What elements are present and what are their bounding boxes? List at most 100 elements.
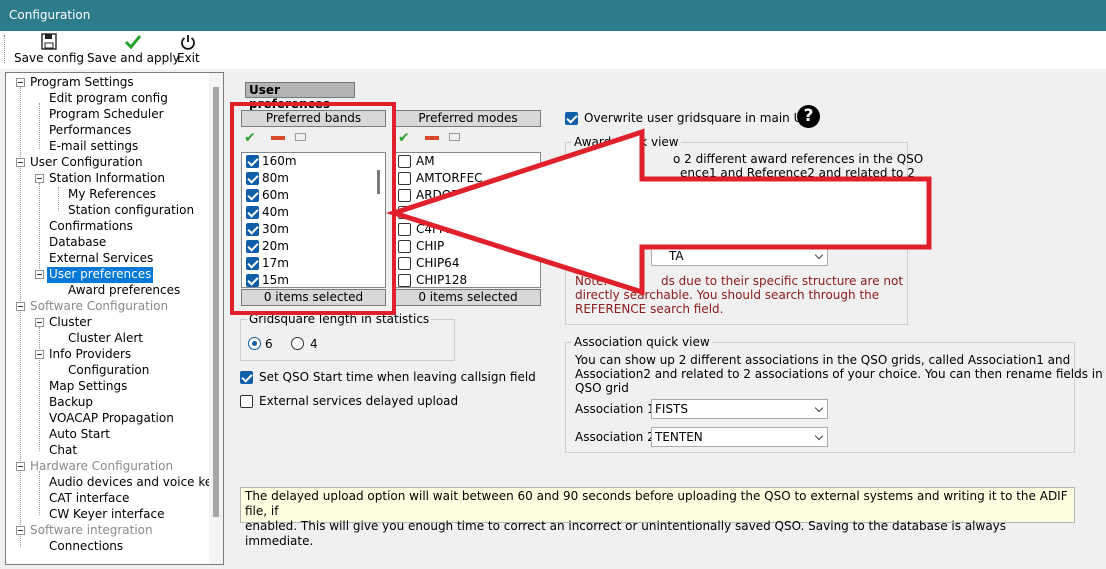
set-qso-start-checkbox[interactable] [240, 371, 253, 384]
tree-item-chat[interactable]: Chat [47, 443, 79, 459]
toolbar: Save config Save and apply Exit [0, 31, 1106, 69]
mode-checkbox[interactable] [398, 155, 411, 168]
help-icon[interactable]: ? [797, 105, 820, 128]
tree-item-database[interactable]: Database [47, 235, 108, 251]
tree-item-connections[interactable]: Connections [47, 539, 125, 555]
list-item[interactable]: 80m [244, 170, 289, 187]
band-checkbox[interactable] [246, 189, 259, 202]
list-item[interactable]: 40m [244, 204, 289, 221]
tree-item-performances[interactable]: Performances [47, 123, 133, 139]
bands-scrollbar[interactable] [374, 154, 384, 286]
list-item[interactable]: AMTORFEC [398, 170, 483, 187]
band-checkbox[interactable] [246, 257, 259, 270]
list-item[interactable]: 15m [244, 272, 289, 289]
tree-item-map-settings[interactable]: Map Settings [47, 379, 129, 395]
mode-checkbox[interactable] [398, 172, 411, 185]
list-item[interactable]: 160m [244, 153, 297, 170]
tree-item-software-configuration[interactable]: Software Configuration [28, 299, 170, 315]
tree-item-edit-program-config[interactable]: Edit program config [47, 91, 170, 107]
toolbar-grip[interactable] [4, 35, 7, 63]
grid-4-radio[interactable] [291, 337, 304, 350]
list-item[interactable]: AM [398, 153, 435, 170]
tree-item-award-preferences[interactable]: Award preferences [66, 283, 182, 299]
band-checkbox[interactable] [246, 172, 259, 185]
tree-item-audio-devices[interactable]: Audio devices and voice keye [47, 475, 223, 491]
tree-item-program-scheduler[interactable]: Program Scheduler [47, 107, 166, 123]
association-1-select[interactable]: FISTS [651, 399, 828, 419]
tree-item-cluster[interactable]: Cluster [47, 315, 94, 331]
collapse-icon[interactable] [16, 526, 25, 535]
list-item[interactable]: CHIP [398, 238, 444, 255]
award-reference-select[interactable]: TA [651, 246, 828, 266]
config-tree[interactable]: Program Settings Edit program config Pro… [5, 72, 224, 565]
mode-checkbox[interactable] [398, 189, 411, 202]
window-icon[interactable] [295, 133, 306, 141]
list-item[interactable]: 30m [244, 221, 289, 238]
tree-scrollbar-thumb[interactable] [213, 87, 219, 517]
band-checkbox[interactable] [246, 274, 259, 287]
check-all-icon[interactable]: ✔ [398, 131, 410, 145]
list-item[interactable]: ARDOP [398, 187, 458, 204]
overwrite-grid-checkbox[interactable] [565, 112, 578, 125]
collapse-icon[interactable] [35, 350, 44, 359]
tree-item-email-settings[interactable]: E-mail settings [47, 139, 140, 155]
modes-list[interactable]: AM AMTORFEC ARDOP C4FM CHIP CHIP64 CHIP1… [395, 152, 541, 288]
delayed-upload-label: External services delayed upload [259, 394, 459, 408]
exit-button[interactable]: Exit [177, 33, 200, 65]
tree-item-hardware-configuration[interactable]: Hardware Configuration [28, 459, 175, 475]
collapse-icon[interactable] [16, 158, 25, 167]
bands-list[interactable]: 160m 80m 60m 40m 30m 20m 17m 15m [241, 152, 386, 288]
tree-item-info-providers[interactable]: Info Providers [47, 347, 133, 363]
collapse-icon[interactable] [35, 174, 44, 183]
check-all-icon[interactable]: ✔ [244, 131, 256, 145]
tree-item-cluster-alert[interactable]: Cluster Alert [66, 331, 145, 347]
band-checkbox[interactable] [246, 240, 259, 253]
tree-item-configuration[interactable]: Configuration [66, 363, 151, 379]
list-item[interactable] [398, 204, 416, 221]
band-checkbox[interactable] [246, 223, 259, 236]
mode-checkbox[interactable] [398, 223, 411, 236]
window-icon[interactable] [449, 133, 460, 141]
list-item[interactable]: 60m [244, 187, 289, 204]
uncheck-all-icon[interactable] [271, 136, 285, 140]
bands-scrollbar-thumb[interactable] [377, 170, 380, 194]
uncheck-all-icon[interactable] [425, 136, 439, 140]
tree-item-station-information[interactable]: Station Information [47, 171, 167, 187]
tree-item-my-references[interactable]: My References [66, 187, 158, 203]
mode-checkbox[interactable] [398, 257, 411, 270]
collapse-icon[interactable] [16, 302, 25, 311]
tree-item-user-configuration[interactable]: User Configuration [28, 155, 145, 171]
delayed-upload-checkbox[interactable] [240, 395, 253, 408]
collapse-icon[interactable] [16, 462, 25, 471]
collapse-icon[interactable] [35, 270, 44, 279]
list-item[interactable]: CHIP128 [398, 272, 467, 289]
list-item[interactable]: 17m [244, 255, 289, 272]
grid-6-radio[interactable] [248, 337, 261, 350]
collapse-icon[interactable] [35, 318, 44, 327]
mode-checkbox[interactable] [398, 274, 411, 287]
tree-item-program-settings[interactable]: Program Settings [28, 75, 136, 91]
save-and-apply-button[interactable]: Save and apply [87, 33, 180, 65]
tree-item-auto-start[interactable]: Auto Start [47, 427, 112, 443]
mode-checkbox[interactable] [398, 240, 411, 253]
collapse-icon[interactable] [16, 78, 25, 87]
tree-item-backup[interactable]: Backup [47, 395, 95, 411]
tree-item-user-preferences[interactable]: User preferences [47, 267, 154, 283]
tree-item-voacap-propagation[interactable]: VOACAP Propagation [47, 411, 176, 427]
tree-item-cw-keyer-interface[interactable]: CW Keyer interface [47, 507, 166, 523]
list-item[interactable]: 20m [244, 238, 289, 255]
association-2-select[interactable]: TENTEN [651, 427, 828, 447]
tree-line [20, 87, 21, 547]
tree-item-cat-interface[interactable]: CAT interface [47, 491, 131, 507]
tree-item-software-integration[interactable]: Software integration [28, 523, 155, 539]
list-item[interactable]: CHIP64 [398, 255, 459, 272]
tree-scrollbar[interactable] [209, 73, 223, 564]
save-config-button[interactable]: Save config [14, 33, 84, 65]
band-checkbox[interactable] [246, 155, 259, 168]
tree-item-confirmations[interactable]: Confirmations [47, 219, 135, 235]
band-checkbox[interactable] [246, 206, 259, 219]
mode-checkbox[interactable] [398, 206, 411, 219]
tree-item-external-services[interactable]: External Services [47, 251, 155, 267]
list-item[interactable]: C4FM [398, 221, 449, 238]
tree-item-station-configuration[interactable]: Station configuration [66, 203, 196, 219]
